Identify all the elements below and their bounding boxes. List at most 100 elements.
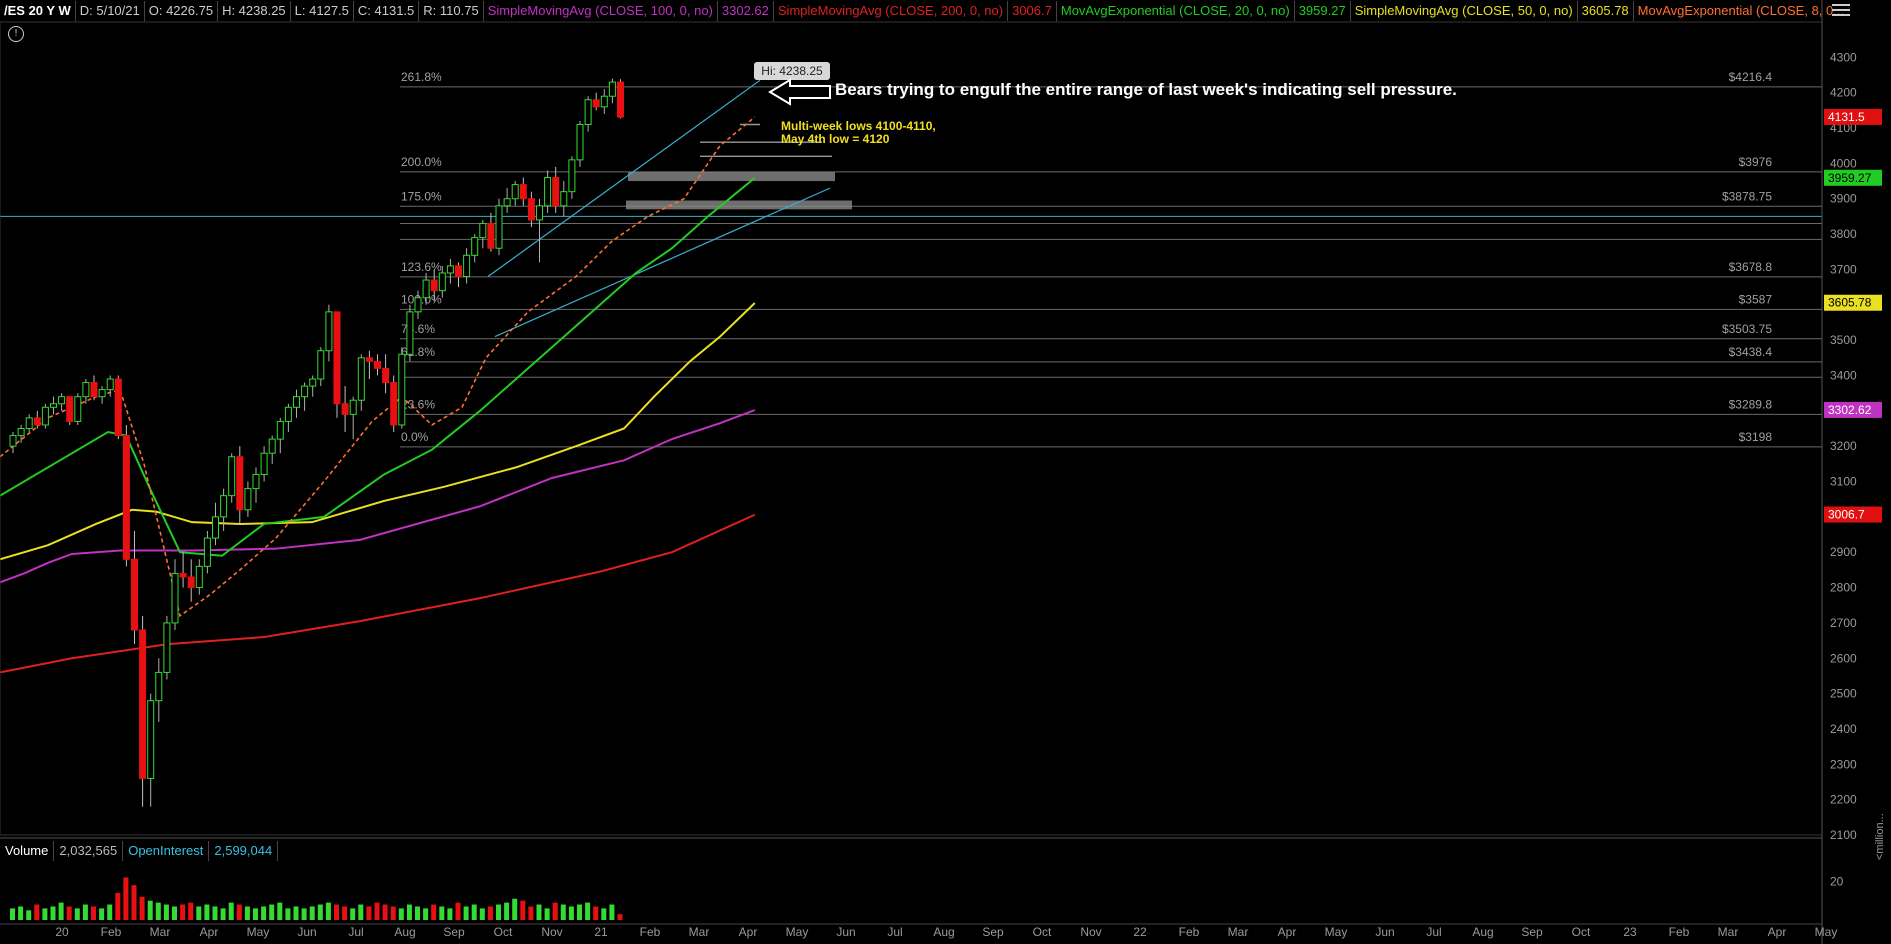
study-label[interactable]: SimpleMovingAvg (CLOSE, 50, 0, no) bbox=[1349, 1, 1577, 21]
volume-bar bbox=[66, 906, 72, 920]
series-sma-200 bbox=[0, 513, 756, 674]
candle-body bbox=[544, 177, 552, 207]
x-tick-label: May bbox=[786, 925, 809, 939]
volume-bar bbox=[261, 906, 267, 920]
volume-bar bbox=[204, 904, 210, 920]
x-tick-label: Apr bbox=[739, 925, 758, 939]
x-tick-label: 23 bbox=[1623, 925, 1637, 939]
fib-price-label: $3678.8 bbox=[1729, 260, 1773, 274]
candle-body bbox=[608, 81, 616, 97]
volume-bar bbox=[220, 908, 226, 920]
volume-bar bbox=[147, 900, 153, 920]
menu-icon[interactable] bbox=[1832, 4, 1850, 16]
high-tag-label: Hi: 4238.25 bbox=[761, 64, 823, 78]
candle-body bbox=[406, 311, 414, 355]
study-label[interactable]: SimpleMovingAvg (CLOSE, 100, 0, no) bbox=[482, 1, 717, 21]
symbol-label[interactable]: /ES 20 Y W bbox=[0, 1, 75, 21]
x-tick-label: Apr bbox=[200, 925, 219, 939]
x-tick-label: Sep bbox=[982, 925, 1004, 939]
candle-body bbox=[252, 473, 260, 490]
volume-bar bbox=[593, 906, 599, 920]
candle-body bbox=[301, 385, 309, 398]
plot-frame bbox=[0, 21, 1823, 836]
candle-body bbox=[592, 99, 600, 108]
volume-bar bbox=[601, 908, 607, 920]
y-tick-label: 3400 bbox=[1830, 368, 1857, 382]
chart-header: /ES 20 Y W D: 5/10/21 O: 4226.75 H: 4238… bbox=[0, 0, 1891, 22]
fib-price-label: $3198 bbox=[1739, 430, 1773, 444]
study-label[interactable]: MovAvgExponential (CLOSE, 20, 0, no) bbox=[1055, 1, 1294, 21]
volume-bar bbox=[512, 898, 518, 920]
price-chart[interactable]: 261.8% $4216.4200.0% $3976175.0% $3878.7512… bbox=[0, 0, 1891, 944]
candle-body bbox=[309, 378, 317, 387]
candle-body bbox=[98, 389, 106, 398]
bar-date: D: 5/10/21 bbox=[74, 1, 144, 21]
fib-percent-label: 100.0% bbox=[401, 292, 442, 306]
x-tick-label: Mar bbox=[150, 925, 171, 939]
volume-bar bbox=[26, 910, 32, 920]
x-tick-label: Aug bbox=[394, 925, 415, 939]
candle-body bbox=[155, 671, 163, 702]
candle-body bbox=[179, 572, 187, 578]
volume-bar bbox=[463, 906, 469, 920]
y-tick-label: 3100 bbox=[1830, 475, 1857, 489]
volume-bar bbox=[536, 904, 542, 920]
candle-body bbox=[147, 700, 155, 779]
price-tag-label: 3006.7 bbox=[1828, 508, 1865, 522]
candle-body bbox=[9, 435, 17, 447]
fib-percent-label: 61.8% bbox=[401, 345, 435, 359]
volume-bar bbox=[277, 902, 283, 920]
x-tick-label: Aug bbox=[933, 925, 954, 939]
candle-body bbox=[471, 237, 479, 256]
volume-bar bbox=[18, 906, 24, 920]
candle-body bbox=[220, 495, 228, 518]
candle-body bbox=[479, 222, 487, 239]
candle-body bbox=[82, 382, 90, 398]
candle-body bbox=[503, 198, 511, 207]
volume-bar bbox=[123, 877, 129, 920]
study-label[interactable]: SimpleMovingAvg (CLOSE, 200, 0, no) bbox=[772, 1, 1007, 21]
x-tick-label: Feb bbox=[101, 925, 122, 939]
candle-body bbox=[349, 399, 357, 415]
candle-body bbox=[487, 222, 495, 249]
series-sma-100 bbox=[0, 409, 756, 584]
volume-bar bbox=[342, 906, 348, 920]
volume-bar bbox=[115, 892, 121, 920]
supply-zone bbox=[628, 171, 835, 182]
volume-bar bbox=[228, 902, 234, 920]
volume-bar bbox=[552, 902, 558, 920]
candle-body bbox=[139, 629, 147, 779]
volume-bar bbox=[236, 904, 242, 920]
candle-body bbox=[519, 184, 527, 200]
fib-price-label: $3878.75 bbox=[1722, 189, 1772, 203]
volume-label[interactable]: Volume bbox=[0, 841, 55, 861]
supply-zone bbox=[626, 200, 852, 210]
volume-bar bbox=[42, 908, 48, 920]
info-icon[interactable]: ! bbox=[8, 26, 24, 42]
y-tick-label: 4300 bbox=[1830, 50, 1857, 64]
y-tick-label: 2500 bbox=[1830, 687, 1857, 701]
x-tick-label: Nov bbox=[1080, 925, 1101, 939]
bar-low: L: 4127.5 bbox=[289, 1, 353, 21]
y-tick-label: 2200 bbox=[1830, 793, 1857, 807]
series-sma-50 bbox=[0, 302, 756, 561]
price-tag-label: 3959.27 bbox=[1828, 171, 1872, 185]
candle-body bbox=[122, 435, 130, 560]
candle-body bbox=[390, 382, 398, 426]
volume-bar bbox=[439, 906, 445, 920]
study-label[interactable]: MovAvgExponential (CLOSE, 8, 0... bbox=[1632, 1, 1848, 21]
volume-bar bbox=[447, 908, 453, 920]
lows-annotation-line2: May 4th low = 4120 bbox=[781, 132, 890, 146]
volume-bar bbox=[172, 906, 177, 920]
open-interest-label[interactable]: OpenInterest bbox=[123, 841, 210, 861]
x-tick-label: 22 bbox=[1133, 925, 1147, 939]
volume-bar bbox=[34, 904, 40, 920]
x-tick-label: Sep bbox=[443, 925, 465, 939]
volume-bar bbox=[10, 908, 15, 920]
volume-bar bbox=[188, 902, 194, 920]
volume-bar bbox=[293, 906, 299, 920]
volume-bar bbox=[107, 904, 113, 920]
y-tick-label: 2600 bbox=[1830, 651, 1857, 665]
fib-percent-label: 261.8% bbox=[401, 70, 442, 84]
volume-bar bbox=[471, 904, 477, 920]
